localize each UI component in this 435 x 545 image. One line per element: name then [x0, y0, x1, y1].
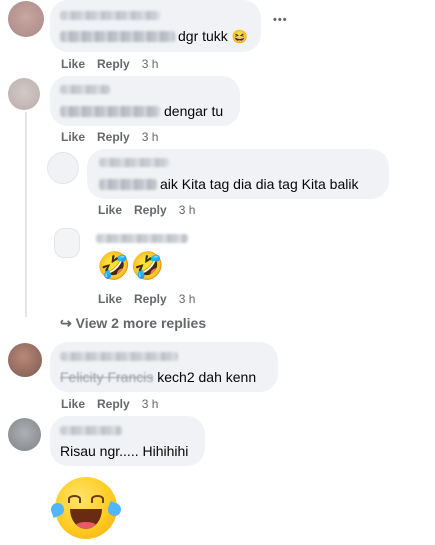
comment-bubble: dengar tu	[50, 76, 240, 126]
avatar[interactable]	[8, 418, 41, 451]
comment-text: Risau ngr..... Hihihihi	[60, 443, 189, 459]
more-options-icon[interactable]: •••	[273, 14, 288, 26]
reply-button[interactable]: Reply	[97, 57, 130, 71]
mention-link[interactable]: Felicity Francis	[60, 369, 153, 385]
avatar[interactable]	[47, 152, 79, 184]
laughing-crying-emoji-icon	[49, 477, 123, 539]
avatar[interactable]	[8, 78, 40, 110]
blurred-text	[60, 106, 160, 117]
blurred-author-name[interactable]	[60, 426, 122, 435]
blurred-author-name[interactable]	[96, 234, 188, 243]
comment-text: kech2 dah kenn	[157, 369, 257, 385]
like-button[interactable]: Like	[98, 292, 122, 306]
reply-arrow-icon: ↪	[60, 315, 72, 331]
blurred-author-name[interactable]	[99, 158, 169, 167]
comment-text: aik Kita tag dia dia tag Kita balik	[160, 176, 359, 192]
comment-actions: Like Reply 3 h	[61, 397, 170, 411]
like-button[interactable]: Like	[61, 57, 85, 71]
comment-text: dengar tu	[164, 103, 224, 119]
comment-bubble: Risau ngr..... Hihihihi	[50, 416, 205, 466]
comment-actions: Like Reply 3 h	[98, 292, 207, 306]
avatar[interactable]	[54, 228, 80, 258]
timestamp[interactable]: 3 h	[142, 130, 159, 144]
timestamp[interactable]: 3 h	[142, 397, 159, 411]
reply-thread-line	[25, 112, 27, 317]
avatar[interactable]	[8, 1, 44, 37]
reply-bubble: aik Kita tag dia dia tag Kita balik	[87, 149, 389, 199]
comment-bubble: dgr tukk 😆	[50, 0, 261, 52]
like-button[interactable]: Like	[61, 397, 85, 411]
comment-actions: Like Reply 3 h	[61, 130, 170, 144]
view-more-label: View 2 more replies	[75, 315, 207, 331]
blurred-author-name[interactable]	[60, 11, 160, 20]
reply-button[interactable]: Reply	[97, 397, 130, 411]
blurred-text	[60, 31, 175, 42]
comment-actions: Like Reply 3 h	[98, 203, 207, 217]
timestamp[interactable]: 3 h	[142, 57, 159, 71]
reply-button[interactable]: Reply	[97, 130, 130, 144]
blurred-author-name[interactable]	[60, 85, 110, 94]
reply-button[interactable]: Reply	[134, 203, 167, 217]
blurred-text	[99, 179, 157, 190]
timestamp[interactable]: 3 h	[179, 203, 196, 217]
reaction-emoji: 🤣🤣	[97, 251, 165, 281]
timestamp[interactable]: 3 h	[179, 292, 196, 306]
laughing-emoji-icon: 😆	[231, 29, 248, 44]
comment-bubble: Felicity Francis kech2 dah kenn	[50, 342, 278, 392]
comment-actions: Like Reply 3 h	[61, 57, 170, 71]
like-button[interactable]: Like	[98, 203, 122, 217]
avatar[interactable]	[8, 343, 42, 377]
comment-text: dgr tukk	[178, 28, 228, 44]
view-more-replies[interactable]: ↪ View 2 more replies	[60, 315, 206, 332]
reply-button[interactable]: Reply	[134, 292, 167, 306]
blurred-author-name[interactable]	[60, 352, 178, 361]
like-button[interactable]: Like	[61, 130, 85, 144]
